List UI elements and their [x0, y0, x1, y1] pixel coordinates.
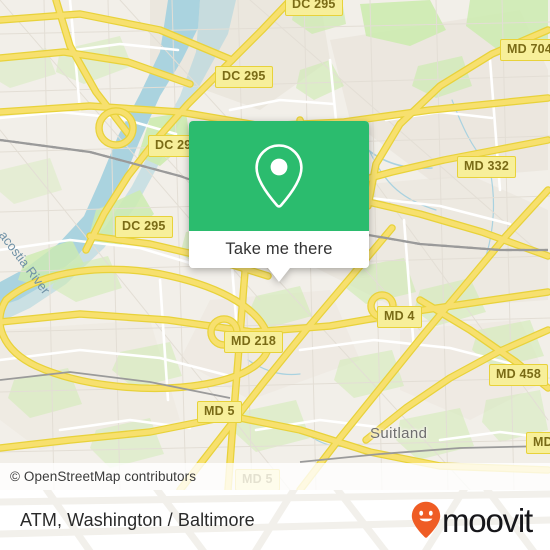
map-pin-icon — [255, 144, 303, 208]
road-shield-md-332[interactable]: MD 332 — [457, 156, 516, 178]
road-shield-dc-295-b[interactable]: DC 295 — [215, 66, 273, 88]
take-me-there-callout[interactable]: Take me there — [189, 121, 369, 282]
footer-bar: ATM, Washington / Baltimore moovit — [0, 490, 550, 550]
road-shield-md-4-a[interactable]: MD 4 — [377, 306, 422, 328]
moovit-wordmark: moovit — [442, 501, 533, 539]
road-shield-md-4-b[interactable]: MD 4 — [526, 432, 550, 454]
road-shield-md-704[interactable]: MD 704 — [500, 39, 550, 61]
moovit-logo[interactable]: moovit — [411, 501, 550, 539]
road-shield-dc-295-a[interactable]: DC 295 — [285, 0, 343, 16]
road-shield-md-218[interactable]: MD 218 — [224, 331, 283, 353]
callout-header — [189, 121, 369, 231]
map-screen: .w { fill:#aad3df; } .pk { fill:#cdebb0;… — [0, 0, 550, 550]
take-me-there-label: Take me there — [225, 240, 333, 258]
callout-footer[interactable]: Take me there — [189, 231, 369, 268]
footer-place-title: ATM, Washington / Baltimore — [20, 509, 255, 530]
place-label-suitland: Suitland — [370, 425, 428, 442]
moovit-smiley-pin-icon — [411, 501, 441, 538]
callout-body: Take me there — [189, 121, 369, 268]
callout-pointer-tail — [268, 268, 290, 282]
road-shield-md-458[interactable]: MD 458 — [489, 364, 548, 386]
attribution-text: © OpenStreetMap contributors — [10, 469, 197, 484]
road-shield-md-5-a[interactable]: MD 5 — [197, 401, 242, 423]
map-attribution: © OpenStreetMap contributors — [0, 463, 550, 490]
road-shield-dc-295-d[interactable]: DC 295 — [115, 216, 173, 238]
